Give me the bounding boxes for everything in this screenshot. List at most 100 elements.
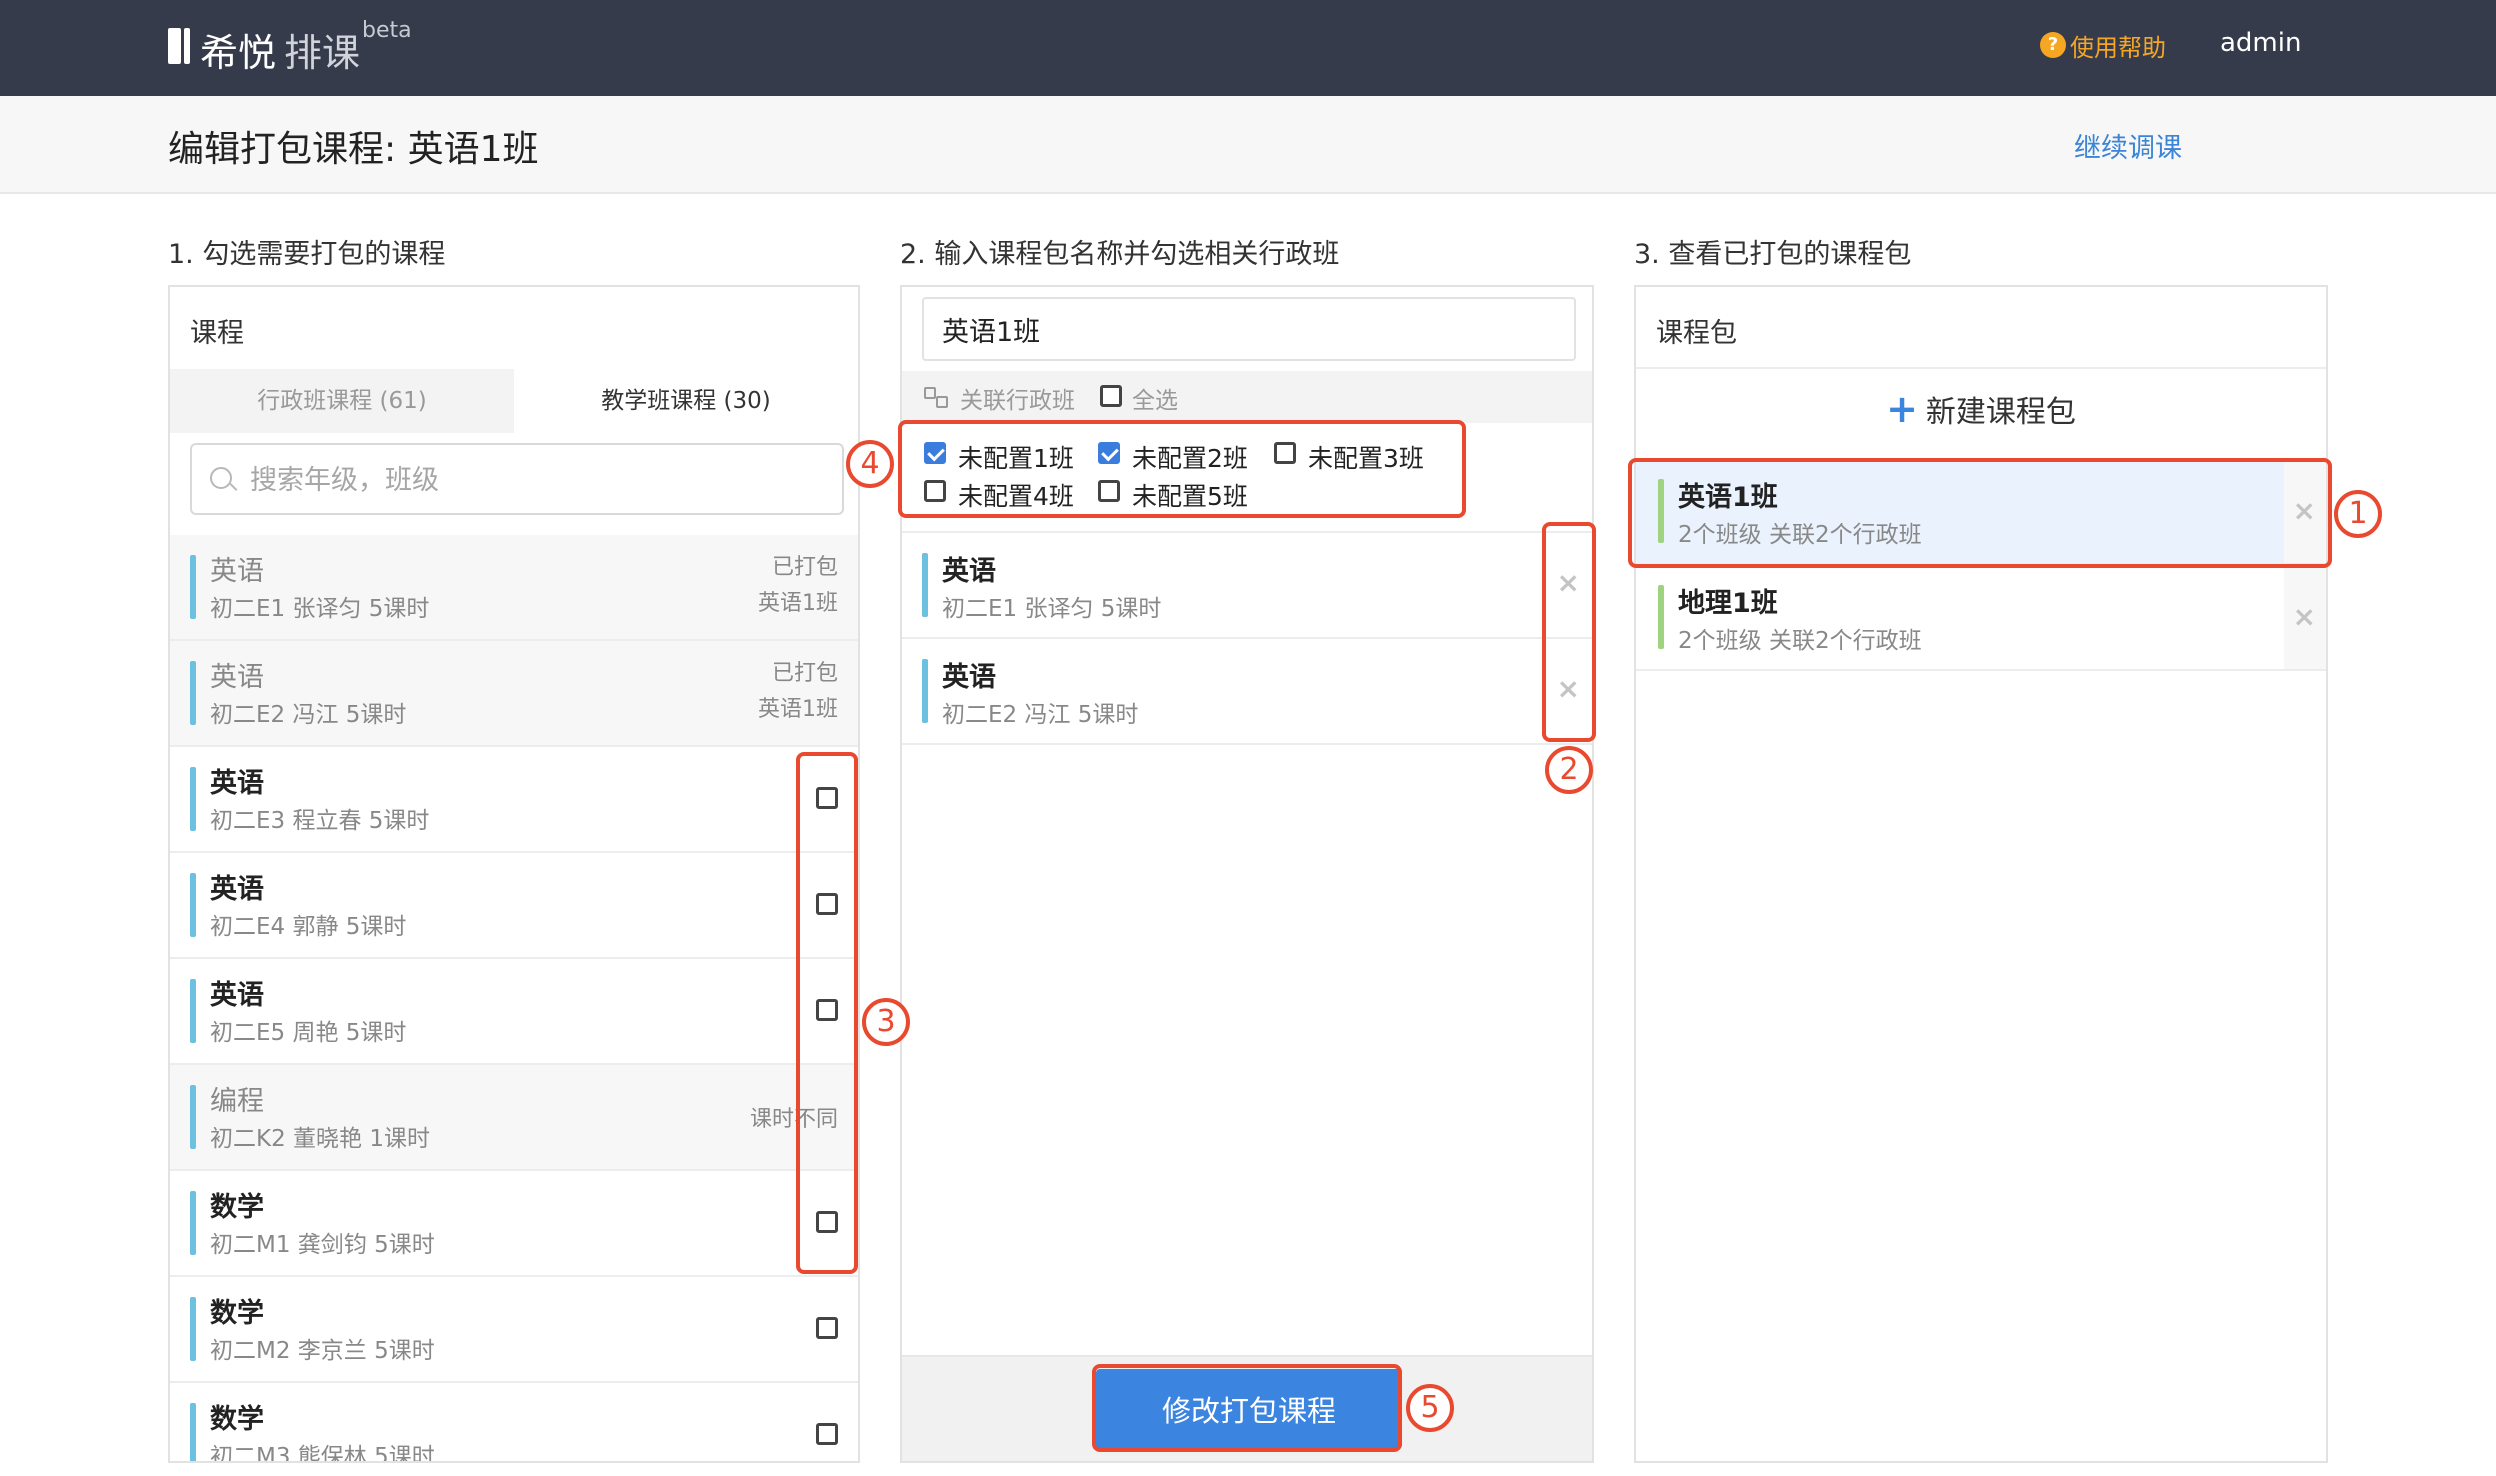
course-item[interactable]: 数学 初二M1 龚剑钧 5课时	[170, 1171, 858, 1277]
course-panel-title: 课程	[190, 318, 244, 349]
select-all-checkbox[interactable]	[1100, 385, 1122, 407]
logo-mark-icon	[168, 28, 181, 64]
course-status: 已打包	[771, 661, 838, 686]
course-color-bar	[190, 555, 196, 619]
link-admin-class-label: 关联行政班	[960, 388, 1075, 414]
course-name: 英语	[210, 980, 264, 1011]
course-meta: 初二M1 龚剑钧 5课时	[210, 1232, 435, 1258]
step2-heading: 2. 输入课程包名称并勾选相关行政班	[900, 239, 1340, 270]
course-meta: 初二E2 冯江 5课时	[210, 702, 407, 728]
course-item: 英语 初二E1 张译匀 5课时 已打包 英语1班	[170, 535, 858, 641]
select-all-label[interactable]: 全选	[1132, 381, 1178, 415]
course-color-bar	[190, 1085, 196, 1149]
course-color-bar	[190, 1297, 196, 1361]
new-package-button[interactable]: + 新建课程包	[1636, 387, 2326, 443]
course-color-bar	[922, 553, 928, 617]
package-panel-header: 课程包	[1636, 287, 2326, 369]
course-color-bar	[190, 767, 196, 831]
package-color-bar	[1658, 585, 1664, 649]
course-color-bar	[922, 659, 928, 723]
search-input[interactable]	[248, 457, 812, 503]
course-meta: 初二E3 程立春 5课时	[210, 808, 430, 834]
annotation-number-5: 5	[1406, 1384, 1454, 1432]
course-item[interactable]: 数学 初二M2 李京兰 5课时	[170, 1277, 858, 1383]
course-panel-header: 课程	[170, 287, 858, 371]
top-navbar: 希悦 排课 beta ? 使用帮助 admin	[0, 0, 2496, 96]
annotation-number-3: 3	[862, 998, 910, 1046]
course-package-name: 英语1班	[758, 697, 838, 722]
tab-teaching-class-courses[interactable]: 教学班课程 (30)	[514, 369, 858, 433]
course-name: 编程	[210, 1086, 264, 1117]
course-status: 已打包	[771, 555, 838, 580]
step1-heading: 1. 勾选需要打包的课程	[168, 239, 446, 270]
course-list: 英语 初二E1 张译匀 5课时 已打包 英语1班 英语 初二E2 冯江 5课时 …	[170, 535, 858, 1461]
course-package-name: 英语1班	[758, 591, 838, 616]
course-panel: 课程 行政班课程 (61) 教学班课程 (30) 英语 初二E1 张译匀 5课时…	[168, 285, 860, 1463]
user-menu[interactable]: admin	[2220, 28, 2301, 58]
tab-admin-class-courses[interactable]: 行政班课程 (61)	[170, 369, 514, 433]
course-name: 英语	[210, 662, 264, 693]
package-panel-title: 课程包	[1656, 318, 1737, 349]
course-name: 数学	[210, 1192, 264, 1223]
course-meta: 初二E5 周艳 5课时	[210, 1020, 407, 1046]
course-name: 英语	[942, 556, 996, 587]
course-meta: 初二E2 冯江 5课时	[942, 702, 1139, 728]
page-header: 编辑打包课程: 英语1班 继续调课	[0, 96, 2496, 194]
annotation-box-4	[898, 420, 1466, 518]
package-name-input[interactable]	[922, 297, 1576, 361]
package-meta: 2个班级 关联2个行政班	[1678, 628, 1922, 654]
product-name: 排课	[284, 31, 361, 75]
link-admin-class-row: 关联行政班 全选	[902, 371, 1592, 423]
course-name: 英语	[210, 556, 264, 587]
annotation-box-3	[796, 752, 858, 1274]
course-checkbox[interactable]	[816, 1423, 838, 1445]
course-search-box	[190, 443, 844, 515]
logo-mark-icon-secondary	[184, 28, 190, 64]
course-item[interactable]: 英语 初二E3 程立春 5课时	[170, 747, 858, 853]
delete-package-icon[interactable]: ×	[2293, 603, 2316, 631]
course-name: 英语	[210, 874, 264, 905]
course-meta: 初二E4 郭静 5课时	[210, 914, 407, 940]
step3-heading: 3. 查看已打包的课程包	[1634, 239, 1912, 270]
annotation-number-2: 2	[1545, 746, 1593, 794]
course-item[interactable]: 英语 初二E5 周艳 5课时	[170, 959, 858, 1065]
course-item[interactable]: 数学 初二M3 熊保林 5课时	[170, 1383, 858, 1461]
help-link[interactable]: 使用帮助	[2070, 28, 2166, 63]
annotation-number-1: 1	[2334, 490, 2382, 538]
course-name: 英语	[942, 662, 996, 693]
annotation-number-4: 4	[846, 440, 894, 488]
page-title: 编辑打包课程: 英语1班	[168, 129, 539, 170]
course-color-bar	[190, 1403, 196, 1461]
course-item: 编程 初二K2 董晓艳 1课时 课时不同	[170, 1065, 858, 1171]
course-tabs: 行政班课程 (61) 教学班课程 (30)	[170, 369, 858, 433]
selected-course-item: 英语 初二E2 冯江 5课时 ×	[902, 639, 1592, 745]
package-name: 地理1班	[1678, 588, 1778, 619]
new-package-label: 新建课程包	[1925, 395, 2076, 430]
link-icon	[924, 387, 948, 408]
course-name: 数学	[210, 1298, 264, 1329]
course-name: 数学	[210, 1404, 264, 1435]
course-item: 英语 初二E2 冯江 5课时 已打包 英语1班	[170, 641, 858, 747]
course-color-bar	[190, 661, 196, 725]
annotation-box-1	[1628, 458, 2332, 568]
brand-name: 希悦	[200, 31, 277, 75]
course-meta: 初二K2 董晓艳 1课时	[210, 1126, 430, 1152]
course-meta: 初二E1 张译匀 5课时	[210, 596, 430, 622]
course-color-bar	[190, 979, 196, 1043]
course-meta: 初二E1 张译匀 5课时	[942, 596, 1162, 622]
course-color-bar	[190, 873, 196, 937]
course-meta: 初二M2 李京兰 5课时	[210, 1338, 435, 1364]
selected-course-item: 英语 初二E1 张译匀 5课时 ×	[902, 533, 1592, 639]
plus-icon: +	[1886, 387, 1918, 431]
annotation-box-2	[1542, 522, 1596, 742]
help-icon[interactable]: ?	[2040, 32, 2066, 58]
annotation-box-5	[1092, 1364, 1402, 1452]
beta-badge: beta	[362, 18, 412, 43]
course-checkbox[interactable]	[816, 1317, 838, 1339]
course-color-bar	[190, 1191, 196, 1255]
course-item[interactable]: 英语 初二E4 郭静 5课时	[170, 853, 858, 959]
search-icon	[210, 467, 232, 489]
selected-course-list: 英语 初二E1 张译匀 5课时 × 英语 初二E2 冯江 5课时 ×	[902, 531, 1592, 745]
package-item[interactable]: 地理1班 2个班级 关联2个行政班 ×	[1636, 565, 2326, 671]
continue-scheduling-link[interactable]: 继续调课	[2074, 126, 2182, 165]
